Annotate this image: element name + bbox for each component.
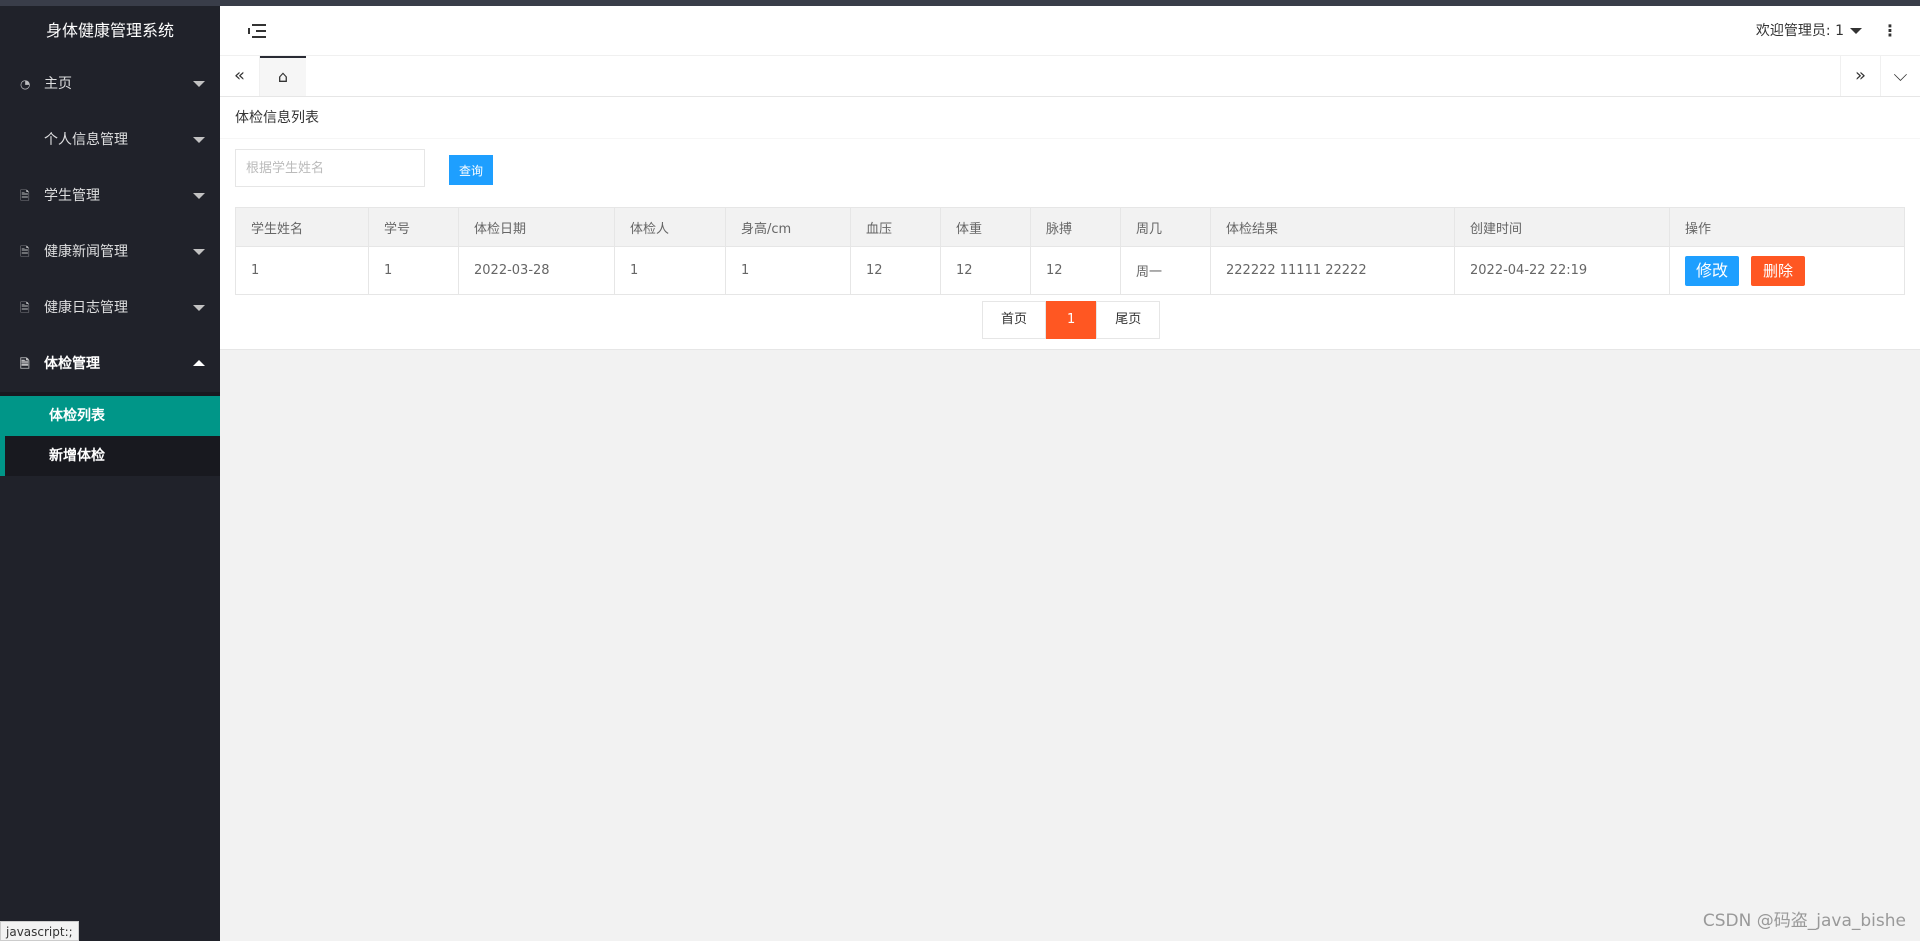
- col-header: 周几: [1120, 207, 1211, 247]
- col-header: 创建时间: [1454, 207, 1670, 247]
- col-header: 体检结果: [1210, 207, 1455, 247]
- chevron-down-icon: [193, 305, 205, 311]
- watermark: CSDN @码盗_java_bishe: [1702, 911, 1906, 931]
- table-row: 1 1 2022-03-28 1 1 12 12 12 周一 222222 11…: [235, 246, 1905, 295]
- col-header: 体检日期: [458, 207, 615, 247]
- document-icon: 🗎: [20, 245, 30, 259]
- chevron-down-icon: [193, 81, 205, 87]
- sidebar-item-label: 个人信息管理: [44, 132, 128, 148]
- exam-table: 学生姓名 学号 体检日期 体检人 身高/cm 血压 体重 脉搏 周几 体检结果 …: [235, 207, 1905, 295]
- col-header: 身高/cm: [725, 207, 851, 247]
- sidebar-item-label: 健康日志管理: [44, 300, 128, 316]
- sidebar-item-label: 健康新闻管理: [44, 244, 128, 260]
- page-current[interactable]: 1: [1046, 301, 1097, 339]
- sidebar-item-home[interactable]: ◔ 主页: [0, 56, 220, 112]
- tab-home-icon[interactable]: ⌂: [260, 56, 306, 96]
- document-icon: 🗎: [20, 301, 30, 315]
- top-header: 欢迎管理员: 1 ⋮: [220, 6, 1920, 56]
- chevron-down-icon: [1850, 28, 1862, 34]
- tab-next-icon[interactable]: »: [1840, 56, 1880, 96]
- pagination: 首页 1 尾页: [982, 301, 1161, 339]
- sidebar-item-health-log[interactable]: 🗎 健康日志管理: [0, 280, 220, 336]
- tab-options-icon[interactable]: ⌵: [1880, 56, 1920, 96]
- cell-actions: 修改 删除: [1669, 246, 1905, 295]
- page-last-button[interactable]: 尾页: [1096, 301, 1161, 339]
- chevron-down-icon: [193, 249, 205, 255]
- cell-blood-pressure: 12: [850, 246, 941, 295]
- card-title: 体检信息列表: [220, 97, 1920, 139]
- table-header-row: 学生姓名 学号 体检日期 体检人 身高/cm 血压 体重 脉搏 周几 体检结果 …: [235, 207, 1905, 247]
- sidebar-subnav: 体检列表 新增体检: [0, 392, 220, 476]
- sidebar-item-exam[interactable]: 🗎 体检管理: [0, 336, 220, 392]
- cell-weekday: 周一: [1120, 246, 1211, 295]
- search-button[interactable]: 查询: [449, 155, 493, 185]
- tab-bar: « ⌂ » ⌵: [220, 56, 1920, 97]
- sidebar: 身体健康管理系统 ◔ 主页 个人信息管理 🗎 学生管理 🗎 健康新闻管理 🗎 健…: [0, 6, 220, 941]
- chevron-down-icon: [193, 193, 205, 199]
- sidebar-item-label: 体检管理: [44, 356, 100, 372]
- sidebar-item-label: 学生管理: [44, 188, 100, 204]
- welcome-text: 欢迎管理员: 1: [1755, 23, 1844, 39]
- col-header: 学号: [368, 207, 459, 247]
- dashboard-icon: ◔: [20, 77, 31, 91]
- app-logo[interactable]: 身体健康管理系统: [0, 6, 220, 56]
- search-input[interactable]: [235, 149, 425, 187]
- sidebar-item-health-news[interactable]: 🗎 健康新闻管理: [0, 224, 220, 280]
- col-header: 体重: [940, 207, 1031, 247]
- col-header: 血压: [850, 207, 941, 247]
- chevron-down-icon: [193, 137, 205, 143]
- cell-student-name: 1: [235, 246, 369, 295]
- admin-menu[interactable]: 欢迎管理员: 1: [1756, 6, 1862, 56]
- cell-pulse: 12: [1030, 246, 1121, 295]
- more-vertical-icon[interactable]: ⋮: [1880, 6, 1900, 56]
- cell-exam-date: 2022-03-28: [458, 246, 615, 295]
- menu-toggle-icon[interactable]: [248, 22, 266, 40]
- sidebar-item-label: 主页: [44, 76, 72, 92]
- sidebar-subitem-exam-list[interactable]: 体检列表: [0, 396, 220, 436]
- col-header: 体检人: [614, 207, 726, 247]
- cell-weight: 12: [940, 246, 1031, 295]
- document-icon: 🗎: [20, 189, 30, 203]
- cell-examiner: 1: [614, 246, 726, 295]
- col-header: 脉搏: [1030, 207, 1121, 247]
- sidebar-item-students[interactable]: 🗎 学生管理: [0, 168, 220, 224]
- sidebar-item-profile[interactable]: 个人信息管理: [0, 112, 220, 168]
- tab-prev-icon[interactable]: «: [220, 56, 260, 96]
- status-bar-url: javascript:;: [0, 921, 79, 941]
- cell-result: 222222 11111 22222: [1210, 246, 1455, 295]
- cell-student-id: 1: [368, 246, 459, 295]
- chevron-up-icon: [193, 360, 205, 366]
- cell-created-time: 2022-04-22 22:19: [1454, 246, 1670, 295]
- col-header: 学生姓名: [235, 207, 369, 247]
- edit-button[interactable]: 修改: [1685, 255, 1739, 286]
- page-first-button[interactable]: 首页: [982, 301, 1047, 339]
- sidebar-subitem-add-exam[interactable]: 新增体检: [0, 436, 220, 476]
- col-header: 操作: [1669, 207, 1905, 247]
- cell-height: 1: [725, 246, 851, 295]
- delete-button[interactable]: 删除: [1751, 255, 1805, 286]
- document-icon: 🗎: [20, 357, 30, 371]
- content-card: 体检信息列表 查询 学生姓名 学号 体检日期 体检人 身高/cm 血压 体重 脉…: [220, 97, 1920, 350]
